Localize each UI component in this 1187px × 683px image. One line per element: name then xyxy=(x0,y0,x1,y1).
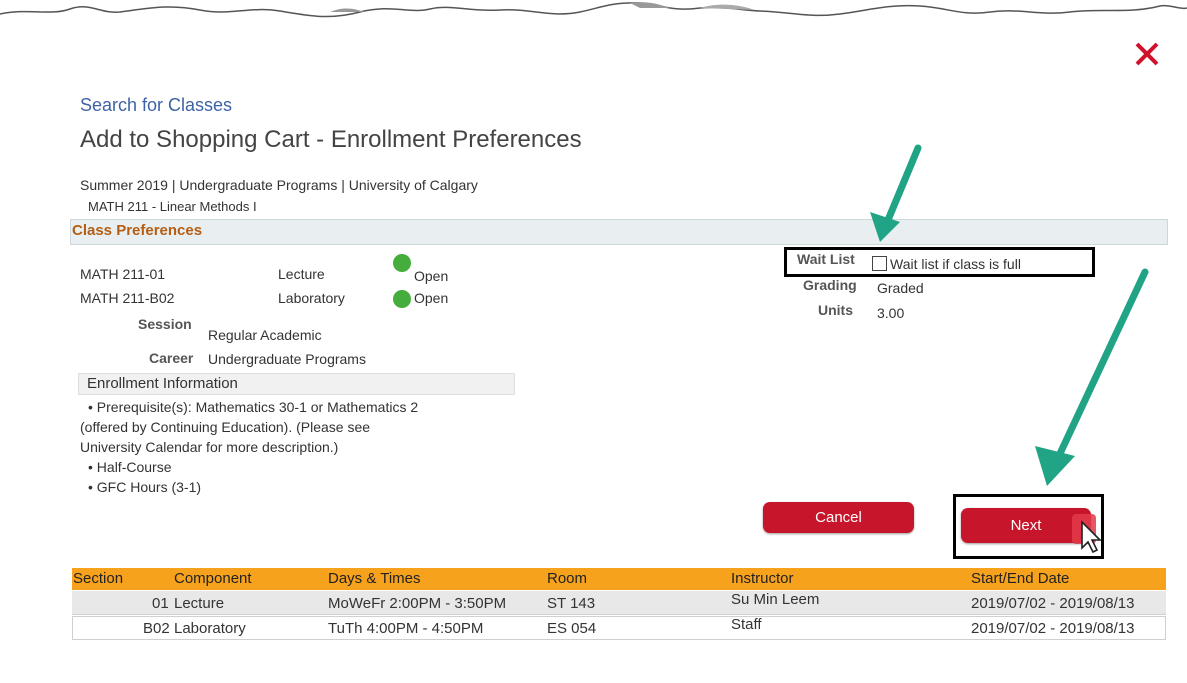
column-header: Start/End Date xyxy=(971,570,1070,587)
course-line: MATH 211 - Linear Methods I xyxy=(88,199,257,214)
instructor-cell: Staff xyxy=(731,616,762,633)
section-type: Laboratory xyxy=(278,290,345,306)
section-cell: 01 xyxy=(152,595,169,612)
enrollment-info-line: University Calendar for more description… xyxy=(80,439,339,455)
class-preferences-header xyxy=(70,219,1168,245)
class-preferences-title: Class Preferences xyxy=(72,222,203,239)
session-value: Regular Academic xyxy=(208,327,322,343)
component-cell: Lecture xyxy=(174,595,225,612)
wait-list-option: Wait list if class is full xyxy=(890,256,1021,272)
enrollment-info-line: • GFC Hours (3-1) xyxy=(88,479,202,495)
days-times-cell: MoWeFr 2:00PM - 3:50PM xyxy=(328,595,507,612)
cancel-button[interactable]: Cancel xyxy=(763,502,914,533)
column-header: Days & Times xyxy=(328,570,421,587)
dates-cell: 2019/07/02 - 2019/08/13 xyxy=(971,620,1135,637)
column-header: Instructor xyxy=(731,570,794,587)
section-cell: B02 xyxy=(143,620,170,637)
grading-value: Graded xyxy=(877,280,924,296)
arrow-icon xyxy=(1035,268,1149,486)
section-status: Open xyxy=(414,290,449,306)
cursor-icon xyxy=(1072,514,1102,554)
page-title: Add to Shopping Cart - Enrollment Prefer… xyxy=(80,126,582,153)
enrollment-info-line: (offered by Continuing Education). (Plea… xyxy=(80,419,371,435)
arrow-icon xyxy=(870,144,922,242)
room-cell: ES 054 xyxy=(547,620,597,637)
section-type: Lecture xyxy=(278,266,325,282)
session-label: Session xyxy=(138,316,192,332)
column-header: Section xyxy=(73,570,124,587)
component-cell: Laboratory xyxy=(174,620,246,637)
wait-list-checkbox[interactable] xyxy=(872,256,887,271)
torn-edge-decoration xyxy=(0,2,1187,18)
grading-label: Grading xyxy=(803,277,857,293)
career-label: Career xyxy=(149,350,194,366)
breadcrumb[interactable]: Search for Classes xyxy=(80,95,232,116)
open-status-icon xyxy=(393,290,411,308)
dates-cell: 2019/07/02 - 2019/08/13 xyxy=(971,595,1135,612)
days-times-cell: TuTh 4:00PM - 4:50PM xyxy=(328,620,484,637)
close-icon[interactable] xyxy=(1131,38,1163,70)
column-header: Component xyxy=(174,570,252,587)
career-value: Undergraduate Programs xyxy=(208,351,366,367)
instructor-cell: Su Min Leem xyxy=(731,591,820,608)
enrollment-info-line: • Prerequisite(s): Mathematics 30-1 or M… xyxy=(88,399,419,415)
units-label: Units xyxy=(818,302,853,318)
term-line: Summer 2019 | Undergraduate Programs | U… xyxy=(80,177,478,193)
section-id: MATH 211-B02 xyxy=(80,290,175,306)
units-value: 3.00 xyxy=(877,305,905,321)
enrollment-info-line: • Half-Course xyxy=(88,459,172,475)
open-status-icon xyxy=(393,254,411,272)
wait-list-label: Wait List xyxy=(797,251,855,267)
section-id: MATH 211-01 xyxy=(80,266,166,282)
section-status: Open xyxy=(414,268,449,284)
enrollment-info-title: Enrollment Information xyxy=(87,375,238,392)
room-cell: ST 143 xyxy=(547,595,596,612)
column-header: Room xyxy=(547,570,588,587)
